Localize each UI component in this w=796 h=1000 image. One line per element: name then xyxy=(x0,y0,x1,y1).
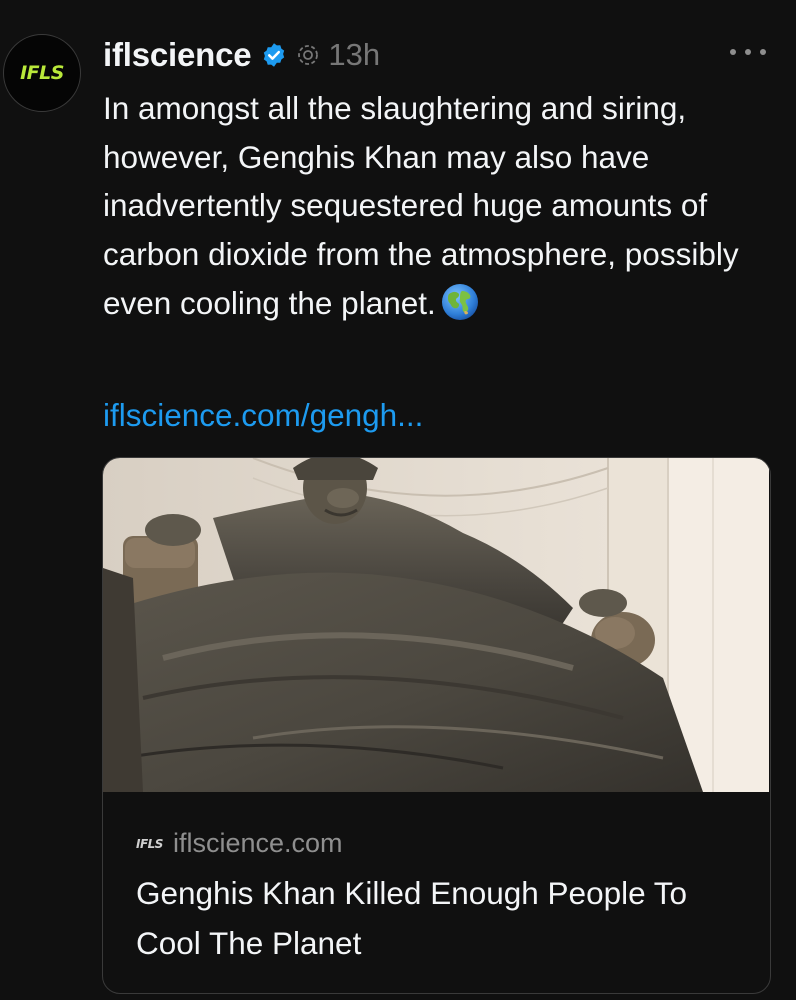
more-dot xyxy=(730,49,736,55)
verified-badge-icon xyxy=(261,42,287,68)
thread-icon xyxy=(296,43,320,67)
card-domain-row: IFLS iflscience.com xyxy=(136,828,343,859)
post-text: In amongst all the slaughtering and siri… xyxy=(103,84,783,328)
post: IFLS iflscience 13h In amongst all the s… xyxy=(0,0,796,1000)
site-logo-icon: IFLS xyxy=(136,836,163,851)
more-options-icon[interactable] xyxy=(730,40,766,64)
avatar[interactable]: IFLS xyxy=(3,34,81,112)
card-title: Genghis Khan Killed Enough People To Coo… xyxy=(136,875,688,961)
post-header: iflscience 13h xyxy=(103,30,380,80)
globe-emoji-icon xyxy=(440,282,480,322)
link-preview-card[interactable]: IFLS iflscience.com Genghis Khan Killed … xyxy=(102,457,771,994)
post-body: In amongst all the slaughtering and siri… xyxy=(103,90,739,321)
article-image xyxy=(103,458,769,792)
post-link[interactable]: iflscience.com/gengh... xyxy=(103,391,423,439)
username[interactable]: iflscience xyxy=(103,36,252,74)
avatar-logo-text: IFLS xyxy=(20,62,64,84)
more-dot xyxy=(760,49,766,55)
more-dot xyxy=(745,49,751,55)
post-timestamp: 13h xyxy=(328,37,381,72)
card-domain: iflscience.com xyxy=(172,828,343,858)
